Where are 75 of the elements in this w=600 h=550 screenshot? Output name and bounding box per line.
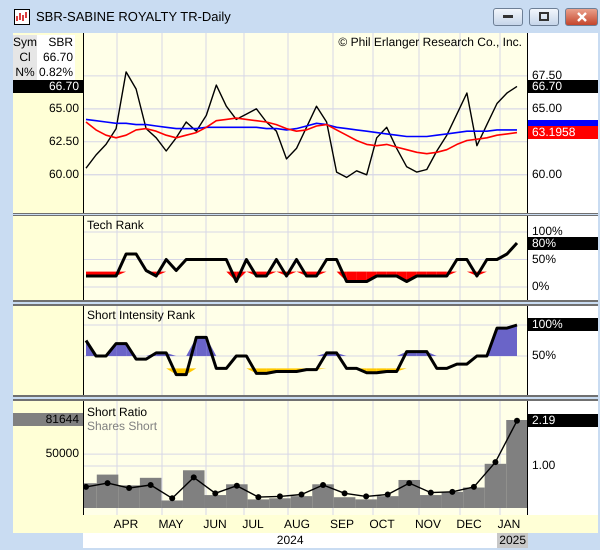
quote-label: Cl [13,50,37,65]
value-tag: 2.19 [528,414,598,428]
copyright-text: © Phil Erlanger Research Co., Inc. [338,35,522,49]
axis-label: 50000 [46,447,79,460]
legend-label: Shares Short [87,419,158,433]
data-point [449,488,456,495]
value-tag: 100% [528,318,598,332]
minimize-button[interactable] [493,8,523,26]
chart-app-icon [14,8,30,24]
close-icon [576,12,586,22]
data-point [342,490,348,496]
data-point [428,490,434,496]
quote-label: Sym [13,35,37,50]
maximize-icon [539,12,549,21]
quote-value: 66.70 [42,50,74,65]
value-tag: 66.70 [13,80,83,93]
value-tag: 66.70 [528,80,598,93]
month-label: SEP [330,517,354,531]
data-point [126,485,132,492]
maximize-button[interactable] [529,8,559,26]
shares-bar [269,498,291,508]
year-label: 2024 [83,533,498,548]
shares-bar [355,499,377,508]
legend-label: Short Ratio [87,405,148,419]
quote-value: SBR [47,35,74,50]
month-label: MAY [158,517,184,531]
data-point [148,482,154,488]
data-point [212,490,218,496]
data-point [320,482,326,488]
value-tag: 81644 [13,413,83,426]
axis-label: 65.00 [48,102,79,114]
data-point [514,418,520,424]
data-point [406,480,412,486]
axis-label: 60.00 [532,168,562,180]
data-point [470,484,477,490]
axis-label: 67.50 [532,68,562,81]
chart-title: Tech Rank [87,218,144,232]
axis-label: 50% [532,348,556,361]
year-label: 2025 [497,533,528,548]
value-tag: 80% [528,236,598,250]
axis-label: 1.00 [532,458,556,471]
quote-value: 0.82% [38,65,74,80]
axis-label: 60.00 [48,168,79,180]
quote-label: N% [13,65,37,80]
month-label: APR [114,517,138,531]
axis-label: 0% [532,280,550,292]
axis-label: 65.00 [532,102,562,114]
month-label: JUN [203,517,227,531]
month-label: AUG [284,517,310,531]
close-button[interactable] [565,8,598,26]
minimize-icon [503,14,513,18]
month-label: JUL [242,517,264,531]
data-point [363,493,370,500]
data-point [104,480,111,486]
data-point [83,484,89,490]
data-point [169,495,176,502]
axis-label: 100% [532,225,563,237]
data-point [234,482,240,489]
month-label: NOV [415,517,441,531]
data-point [492,459,498,466]
chart-title: Short Intensity Rank [87,308,196,322]
month-label: JAN [498,517,520,531]
axis-label: 62.50 [48,134,79,147]
month-label: DEC [456,517,482,531]
data-point [384,491,391,498]
data-point [190,474,197,480]
data-point [255,494,262,500]
data-point [276,493,283,500]
average-marker [528,120,598,127]
value-tag: 63.1958 [528,126,598,140]
data-point [298,491,304,498]
axis-label: 50% [532,252,556,264]
shares-bar [442,492,464,508]
month-label: OCT [369,517,395,531]
window-title: SBR-SABINE ROYALTY TR-Daily [36,9,232,24]
